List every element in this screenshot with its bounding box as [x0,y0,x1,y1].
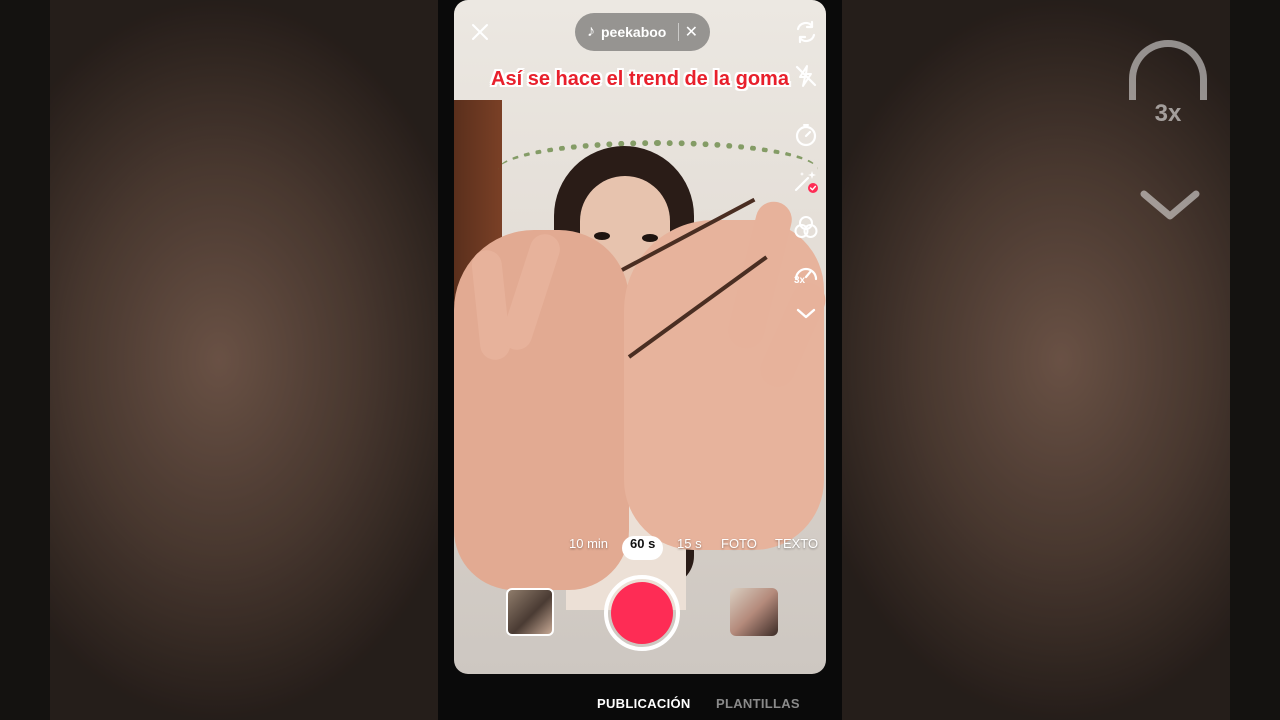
background-edge [1230,0,1280,720]
blurred-background-left [0,0,438,720]
effects-button[interactable] [792,168,820,196]
sound-name: peekaboo [601,24,667,40]
tab-publicacion[interactable]: PUBLICACIÓN [597,696,691,711]
divider [677,23,679,41]
chevron-down-icon [796,308,816,319]
record-button[interactable] [604,575,680,651]
eye [594,232,610,240]
flip-camera-icon [796,20,816,44]
background-speed-icon: 3x [1128,40,1208,130]
effect-thumbnail[interactable] [506,588,554,636]
more-tools-button[interactable] [792,300,820,328]
background-dim [0,0,438,720]
mode-texto[interactable]: TEXTO [775,536,818,560]
timer-icon [795,124,817,147]
mode-selector: 10 min 60 s 15 s FOTO TEXTO [454,536,826,560]
overlay-title: Así se hace el trend de la goma [491,68,789,90]
background-chevron-icon [1140,190,1200,220]
close-icon[interactable] [468,20,492,44]
mode-15-s[interactable]: 15 s [677,536,702,560]
mode-10-min[interactable]: 10 min [569,536,608,560]
filters-icon [794,216,818,238]
music-note-icon: ♪ [587,23,595,40]
background-dim [842,0,1280,720]
mode-foto[interactable]: FOTO [721,536,757,560]
speed-value: 3x [794,275,806,286]
background-edge [0,0,50,720]
mode-60-s[interactable]: 60 s [622,536,664,560]
filters-button[interactable] [792,214,820,242]
flash-button[interactable] [792,62,820,90]
remove-sound-icon[interactable]: ✕ [685,22,698,42]
record-button-inner [611,582,673,644]
tab-plantillas[interactable]: PLANTILLAS [716,696,800,711]
phone-screen: ♪ peekaboo ✕ Así se hace el trend de la … [438,0,842,720]
flash-off-icon [795,65,817,87]
camera-viewfinder: ♪ peekaboo ✕ Así se hace el trend de la … [454,0,826,674]
gauge-icon [1129,40,1207,100]
sparkle-wand-icon [794,171,818,193]
add-sound-pill[interactable]: ♪ peekaboo ✕ [575,13,710,51]
flip-camera-button[interactable] [792,18,820,46]
bottom-tabs: PUBLICACIÓN PLANTILLAS [438,690,842,720]
background-speed-label: 3x [1154,100,1182,127]
blurred-background-right [842,0,1280,720]
gallery-thumbnail[interactable] [730,588,778,636]
timer-button[interactable] [792,121,820,149]
